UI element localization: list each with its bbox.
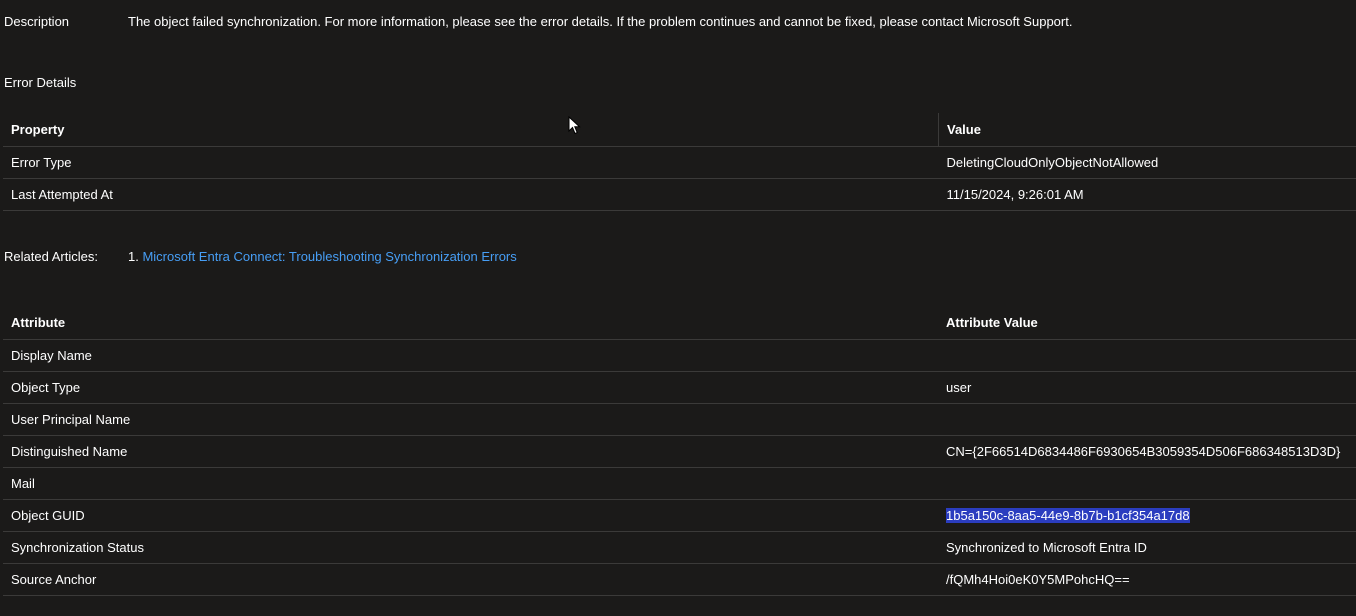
attribute-value-cell: user	[938, 371, 1356, 404]
value-cell: 11/15/2024, 9:26:01 AM	[938, 178, 1356, 211]
troubleshooting-article-link[interactable]: Microsoft Entra Connect: Troubleshooting…	[142, 249, 516, 264]
table-header-row: Attribute Attribute Value	[3, 306, 1356, 340]
error-details-title: Error Details	[4, 75, 77, 90]
attribute-cell: Object Type	[3, 371, 938, 404]
error-details-table: Property Value Error Type DeletingCloudO…	[3, 113, 1356, 211]
attribute-value-cell	[938, 403, 1356, 436]
table-row: Synchronization Status Synchronized to M…	[3, 531, 1356, 564]
description-row: Description The object failed synchroniz…	[4, 14, 1356, 32]
table-row: Object Type user	[3, 371, 1356, 404]
attribute-value-cell	[938, 467, 1356, 500]
mouse-pointer-icon	[568, 116, 581, 135]
table-row: Mail	[3, 467, 1356, 500]
attribute-cell: Source Anchor	[3, 563, 938, 596]
attribute-value-cell: CN={2F66514D6834486F6930654B3059354D506F…	[938, 435, 1356, 468]
related-article-item: 1. Microsoft Entra Connect: Troubleshoot…	[128, 249, 517, 264]
table-header-row: Property Value	[3, 113, 1356, 147]
property-cell: Last Attempted At	[3, 178, 939, 211]
table-row: Last Attempted At 11/15/2024, 9:26:01 AM	[3, 178, 1356, 211]
related-article-index: 1.	[128, 249, 139, 264]
table-row: Distinguished Name CN={2F66514D6834486F6…	[3, 435, 1356, 468]
attribute-value-cell: Synchronized to Microsoft Entra ID	[938, 531, 1356, 564]
attribute-cell: Display Name	[3, 339, 938, 372]
attribute-value-cell[interactable]: 1b5a150c-8aa5-44e9-8b7b-b1cf354a17d8	[938, 499, 1356, 532]
related-articles-row: Related Articles: 1. Microsoft Entra Con…	[4, 249, 1356, 267]
attribute-cell: Synchronization Status	[3, 531, 938, 564]
attribute-cell: User Principal Name	[3, 403, 938, 436]
attribute-value-cell	[938, 339, 1356, 372]
selected-object-guid[interactable]: 1b5a150c-8aa5-44e9-8b7b-b1cf354a17d8	[946, 508, 1190, 523]
table-row: Source Anchor /fQMh4Hoi0eK0Y5MPohcHQ==	[3, 563, 1356, 596]
attribute-cell: Distinguished Name	[3, 435, 938, 468]
column-header-attribute[interactable]: Attribute	[3, 306, 938, 340]
table-row: Error Type DeletingCloudOnlyObjectNotAll…	[3, 146, 1356, 179]
column-header-attribute-value[interactable]: Attribute Value	[938, 306, 1356, 340]
attribute-cell: Object GUID	[3, 499, 938, 532]
description-text: The object failed synchronization. For m…	[128, 14, 1073, 29]
attribute-cell: Mail	[3, 467, 938, 500]
column-header-value[interactable]: Value	[938, 113, 1356, 147]
description-label: Description	[4, 14, 70, 29]
table-row: Display Name	[3, 339, 1356, 372]
attributes-table: Attribute Attribute Value Display Name O…	[3, 306, 1356, 596]
attribute-value-cell: /fQMh4Hoi0eK0Y5MPohcHQ==	[938, 563, 1356, 596]
table-row: Object GUID 1b5a150c-8aa5-44e9-8b7b-b1cf…	[3, 499, 1356, 532]
related-articles-label: Related Articles:	[4, 249, 98, 264]
property-cell: Error Type	[3, 146, 939, 179]
table-row: User Principal Name	[3, 403, 1356, 436]
value-cell: DeletingCloudOnlyObjectNotAllowed	[938, 146, 1356, 179]
column-header-property[interactable]: Property	[3, 113, 939, 147]
